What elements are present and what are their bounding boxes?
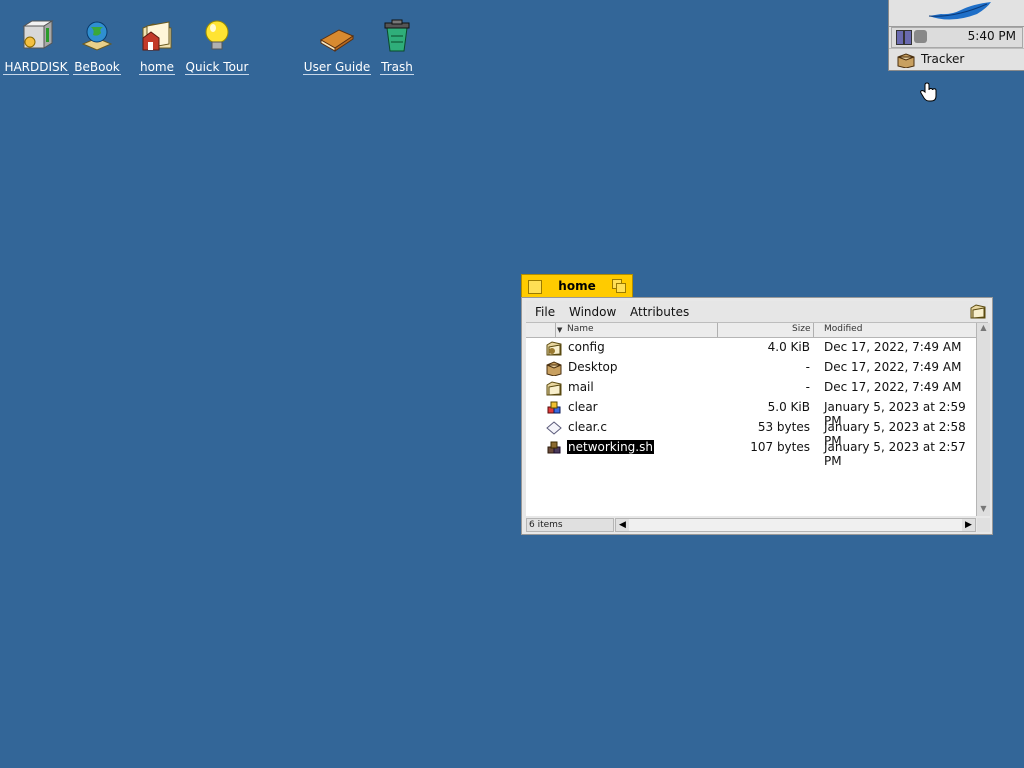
file-name: networking.sh (567, 440, 654, 454)
folder-mail-icon (546, 381, 562, 396)
book-icon (319, 29, 355, 52)
scroll-left-arrow-icon[interactable]: ◀ (616, 519, 629, 531)
status-bar: 6 items (526, 518, 614, 532)
script-icon (547, 441, 561, 454)
vertical-scrollbar[interactable]: ▲ ▼ (976, 323, 990, 516)
scroll-down-arrow-icon[interactable]: ▼ (977, 504, 990, 516)
sort-arrow-icon: ▼ (557, 326, 563, 334)
file-modified: Dec 17, 2022, 7:49 AM (824, 340, 962, 354)
file-size: 53 bytes (757, 420, 810, 434)
folder-config-icon (546, 341, 562, 356)
column-name[interactable]: Name (567, 324, 594, 334)
tracker-window: File Window Attributes ▼ Name Size Modif… (521, 297, 993, 535)
desktop-icon-trash[interactable]: Trash (362, 18, 432, 75)
list-item[interactable]: mail - Dec 17, 2022, 7:49 AM (526, 378, 976, 398)
bebook-icon (81, 21, 113, 51)
list-item[interactable]: clear 5.0 KiB January 5, 2023 at 2:59 PM (526, 398, 976, 428)
zoom-button[interactable] (612, 279, 626, 293)
column-header: ▼ Name Size Modified (526, 323, 976, 338)
scroll-right-arrow-icon[interactable]: ▶ (962, 519, 975, 531)
desktop-icon-label: Quick Tour (184, 60, 250, 75)
folder-nav-icon[interactable] (970, 304, 986, 319)
desktop-icon-label: User Guide (302, 60, 372, 75)
list-item[interactable]: clear.c 53 bytes January 5, 2023 at 2:58… (526, 418, 976, 448)
clock[interactable]: 5:40 PM (968, 29, 1016, 43)
resize-handle[interactable] (977, 518, 990, 532)
lightbulb-icon (205, 20, 229, 50)
file-name: clear.c (568, 420, 607, 434)
system-tray: 5:40 PM (891, 27, 1023, 48)
file-size: 107 bytes (750, 440, 810, 454)
list-item-selected[interactable]: networking.sh 107 bytes January 5, 2023 … (526, 438, 976, 468)
be-leaf-icon (928, 2, 991, 20)
tracker-label: Tracker (921, 52, 965, 66)
deskbar-menu-button[interactable] (889, 0, 1024, 27)
scroll-up-arrow-icon[interactable]: ▲ (977, 323, 990, 335)
file-size: - (805, 360, 810, 374)
file-list: config 4.0 KiB Dec 17, 2022, 7:49 AM Des… (526, 338, 976, 516)
desktop-folder-icon (546, 361, 562, 376)
source-file-icon (546, 421, 562, 435)
workspace-icon[interactable] (896, 30, 904, 45)
horizontal-scrollbar[interactable]: ◀ ▶ (615, 518, 976, 532)
deskbar: 5:40 PM Tracker (888, 0, 1024, 71)
tracker-icon (897, 53, 915, 68)
column-size[interactable]: Size (792, 324, 810, 334)
tracker-entry[interactable]: Tracker (889, 48, 1024, 71)
home-folder-icon (142, 21, 172, 51)
file-name: config (568, 340, 605, 354)
file-modified: Dec 17, 2022, 7:49 AM (824, 360, 962, 374)
desktop-icon-label: HARDDISK (3, 60, 69, 75)
window-tab[interactable]: home (521, 274, 633, 298)
file-name: clear (568, 400, 598, 414)
menu-window[interactable]: Window (569, 305, 616, 319)
desktop-icon-label: BeBook (73, 60, 121, 75)
file-modified: Dec 17, 2022, 7:49 AM (824, 380, 962, 394)
hand-cursor-icon (920, 82, 937, 102)
desktop-icon-label: Trash (380, 60, 414, 75)
menu-bar: File Window Attributes (526, 301, 988, 323)
workspace-icon[interactable] (904, 30, 912, 45)
menu-file[interactable]: File (535, 305, 555, 319)
list-item[interactable]: config 4.0 KiB Dec 17, 2022, 7:49 AM (526, 338, 976, 358)
list-item[interactable]: Desktop - Dec 17, 2022, 7:49 AM (526, 358, 976, 378)
column-modified[interactable]: Modified (824, 324, 862, 334)
volume-icon[interactable] (914, 30, 927, 43)
harddisk-icon (22, 20, 54, 49)
file-size: 4.0 KiB (767, 340, 810, 354)
desktop-icon-quick-tour[interactable]: Quick Tour (182, 18, 252, 75)
executable-icon (547, 401, 561, 414)
file-size: - (805, 380, 810, 394)
desktop-icon-harddisk[interactable]: HARDDISK (1, 18, 71, 75)
desktop-icon-label: home (138, 60, 176, 75)
trash-icon (384, 19, 410, 52)
file-modified: January 5, 2023 at 2:57 PM (824, 440, 966, 468)
file-name: mail (568, 380, 594, 394)
file-name: Desktop (568, 360, 618, 374)
file-size: 5.0 KiB (767, 400, 810, 414)
menu-attributes[interactable]: Attributes (630, 305, 689, 319)
